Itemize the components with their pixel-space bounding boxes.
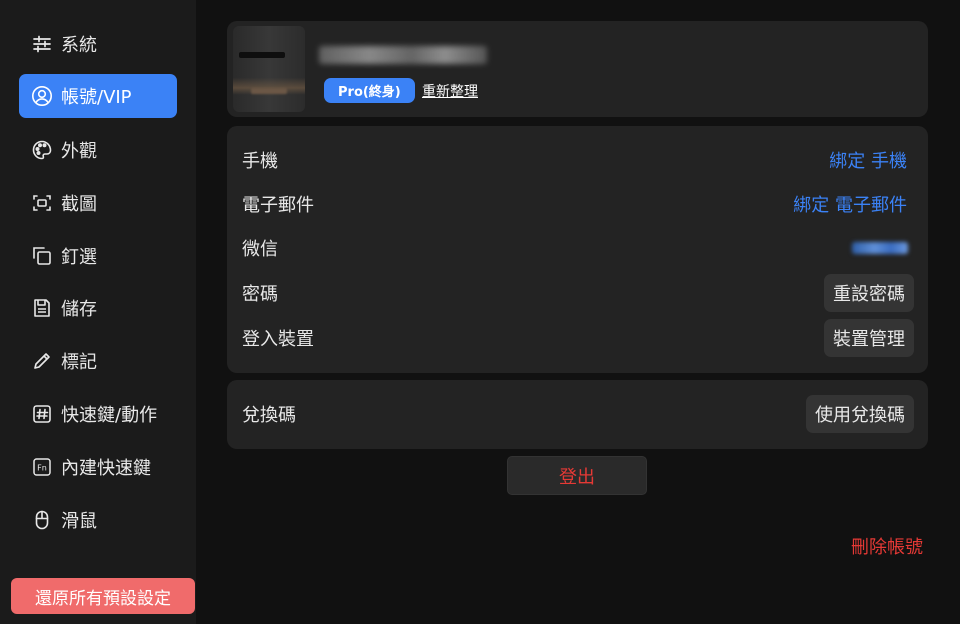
sidebar-item-label: 外觀 [61,141,97,162]
manage-devices-button[interactable]: 裝置管理 [824,319,914,357]
wechat-id-redacted [852,242,908,254]
pencil-icon [31,350,53,372]
reset-defaults-button[interactable]: 還原所有預設設定 [11,578,195,614]
sidebar-item-system[interactable]: 系統 [19,22,177,66]
palette-icon [31,139,53,161]
delete-account-link[interactable]: 刪除帳號 [851,533,923,559]
profile-card: Pro(終身) 重新整理 [227,21,928,117]
password-label: 密碼 [242,284,278,305]
sidebar-item-label: 快速鍵/動作 [61,405,158,426]
sliders-icon [31,33,53,55]
sidebar-item-annotate[interactable]: 標記 [19,339,177,383]
sidebar-item-label: 儲存 [61,299,97,320]
settings-window: 系統 帳號/VIP 外觀 截圖 釘選 儲存 標記 快速鍵/動作 Fn 內建快速鍵… [0,0,960,624]
avatar [233,26,305,112]
sidebar-item-screenshot[interactable]: 截圖 [19,181,177,225]
sidebar-item-appearance[interactable]: 外觀 [19,128,177,172]
sidebar-item-pin[interactable]: 釘選 [19,234,177,278]
email-row: 電子郵件 綁定 電子郵件 [227,182,928,226]
devices-row: 登入裝置 裝置管理 [227,316,928,360]
svg-text:Fn: Fn [37,464,47,473]
fn-key-icon: Fn [31,456,53,478]
sidebar-item-label: 系統 [61,35,97,56]
redeem-row: 兌換碼 使用兌換碼 [227,392,928,436]
redeem-label: 兌換碼 [242,405,296,426]
sidebar-item-builtin-hotkeys[interactable]: Fn 內建快速鍵 [19,445,177,489]
sidebar-item-account-vip[interactable]: 帳號/VIP [19,74,177,118]
devices-label: 登入裝置 [242,329,314,350]
reset-password-button[interactable]: 重設密碼 [824,274,914,312]
sidebar-item-label: 標記 [61,352,97,373]
sidebar-item-label: 內建快速鍵 [61,458,151,479]
screenshot-icon [31,192,53,214]
user-circle-icon [31,85,53,107]
mouse-icon [31,509,53,531]
sidebar-item-label: 截圖 [61,194,97,215]
pro-badge: Pro(終身) [324,78,415,103]
username-redacted [319,46,487,64]
pin-copy-icon [31,245,53,267]
sidebar-item-label: 帳號/VIP [61,87,132,108]
phone-row: 手機 綁定 手機 [227,138,928,182]
bind-phone-link[interactable]: 綁定 手機 [829,147,907,173]
account-info-card: 手機 綁定 手機 電子郵件 綁定 電子郵件 微信 密碼 重設密碼 登入裝置 裝置… [227,126,928,373]
refresh-link[interactable]: 重新整理 [422,81,478,101]
sidebar-item-label: 滑鼠 [61,511,97,532]
sidebar-item-hotkeys[interactable]: 快速鍵/動作 [19,392,177,436]
sidebar-item-label: 釘選 [61,247,97,268]
hash-key-icon [31,403,53,425]
sidebar-item-mouse[interactable]: 滑鼠 [19,498,177,542]
bind-email-link[interactable]: 綁定 電子郵件 [793,191,907,217]
sidebar: 系統 帳號/VIP 外觀 截圖 釘選 儲存 標記 快速鍵/動作 Fn 內建快速鍵… [0,0,196,624]
wechat-label: 微信 [242,239,278,260]
save-icon [31,297,53,319]
redeem-card: 兌換碼 使用兌換碼 [227,380,928,449]
logout-button[interactable]: 登出 [507,456,647,495]
use-redeem-code-button[interactable]: 使用兌換碼 [806,395,914,433]
phone-label: 手機 [242,151,278,172]
email-label: 電子郵件 [242,195,314,216]
wechat-row: 微信 [227,226,928,270]
password-row: 密碼 重設密碼 [227,271,928,315]
sidebar-item-save[interactable]: 儲存 [19,286,177,330]
